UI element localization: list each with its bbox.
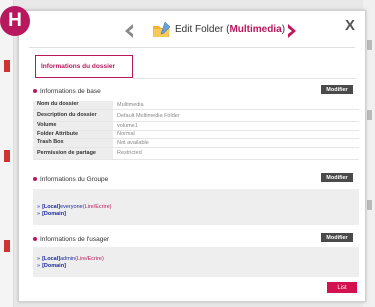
row-key: Trash Box: [33, 138, 113, 148]
tab-folder-info[interactable]: Informations du dossier: [35, 55, 133, 78]
table-row: Nom du dossier Multimedia: [33, 101, 359, 111]
user-permissions-panel: [33, 247, 359, 277]
background-page-left: [0, 0, 14, 307]
perm-tag[interactable]: [Local]: [42, 256, 60, 262]
chevron-left-icon[interactable]: [121, 22, 137, 40]
perm-tag[interactable]: [Domain]: [42, 211, 66, 217]
tab-folder-info-label: Informations du dossier: [41, 63, 116, 70]
modify-user-button[interactable]: Modifier: [321, 233, 353, 242]
step-badge: H: [0, 6, 30, 36]
group-perm-domain: » [Domain]: [37, 211, 66, 217]
row-value: Multimedia: [113, 101, 359, 111]
group-perm-local: » [Local]everyone(Lire/Ecrire): [37, 204, 112, 210]
row-key: Description du dossier: [33, 109, 113, 123]
close-icon[interactable]: X: [343, 18, 357, 33]
row-value: volume1: [113, 121, 359, 131]
row-key: Folder Attribute: [33, 130, 113, 140]
row-value: Restricted: [113, 147, 359, 160]
table-row: Folder Attribute Normal: [33, 130, 359, 140]
perm-tag[interactable]: [Local]: [42, 204, 60, 210]
row-key: Permission de partage: [33, 147, 113, 160]
background-marker: [367, 40, 372, 50]
bullet-icon: [33, 237, 37, 241]
perm-rights: (Lire/Ecrire): [82, 204, 112, 210]
row-value: Not available: [113, 138, 359, 148]
perm-tag[interactable]: [Domain]: [42, 263, 66, 269]
perm-user[interactable]: admin: [60, 256, 75, 262]
dialog-titlebar: Edit Folder (Multimedia) X: [19, 11, 365, 51]
dialog-title: Edit Folder (Multimedia): [175, 24, 285, 35]
table-row: Description du dossier Default Multimedi…: [33, 109, 359, 123]
perm-user[interactable]: everyone: [60, 204, 83, 210]
background-marker: [4, 240, 10, 252]
row-value: Default Multimedia Folder: [113, 109, 359, 123]
table-row: Trash Box Not available: [33, 138, 359, 148]
user-perm-local: » [Local]admin(Lire/Ecrire): [37, 256, 104, 262]
background-marker: [4, 150, 10, 162]
table-row: Permission de partage Restricted: [33, 147, 359, 160]
modify-group-button[interactable]: Modifier: [321, 173, 353, 182]
table-row: Volume volume1: [33, 121, 359, 131]
edit-folder-dialog: Edit Folder (Multimedia) X Informations …: [18, 10, 366, 302]
perm-rights: (Lire/Ecrire): [75, 256, 104, 262]
folder-edit-icon: [153, 21, 171, 37]
title-folder-name: Multimedia: [229, 24, 282, 35]
row-key: Volume: [33, 121, 113, 131]
title-prefix: Edit Folder (: [175, 24, 230, 35]
section-base-info: Informations de base Modifier: [33, 85, 357, 97]
background-marker: [367, 200, 372, 210]
tab-divider: [133, 78, 357, 79]
bullet-icon: [33, 177, 37, 181]
section-user-info-title: Informations de l'usager: [40, 235, 110, 243]
background-marker: [4, 60, 10, 72]
section-group-info-title: Informations du Groupe: [40, 175, 109, 183]
modify-base-button[interactable]: Modifier: [321, 85, 353, 94]
user-perm-domain: » [Domain]: [37, 263, 66, 269]
row-key: Nom du dossier: [33, 101, 113, 111]
row-value: Normal: [113, 130, 359, 140]
chevron-right-icon[interactable]: [284, 22, 300, 40]
section-base-info-title: Informations de base: [40, 87, 101, 95]
bullet-icon: [33, 89, 37, 93]
base-info-table: Nom du dossier Multimedia Description du…: [33, 101, 359, 160]
title-divider: [29, 47, 355, 48]
list-button[interactable]: List: [327, 282, 357, 293]
section-group-info: Informations du Groupe Modifier: [33, 173, 357, 185]
background-marker: [367, 110, 372, 120]
section-user-info: Informations de l'usager Modifier: [33, 233, 357, 245]
